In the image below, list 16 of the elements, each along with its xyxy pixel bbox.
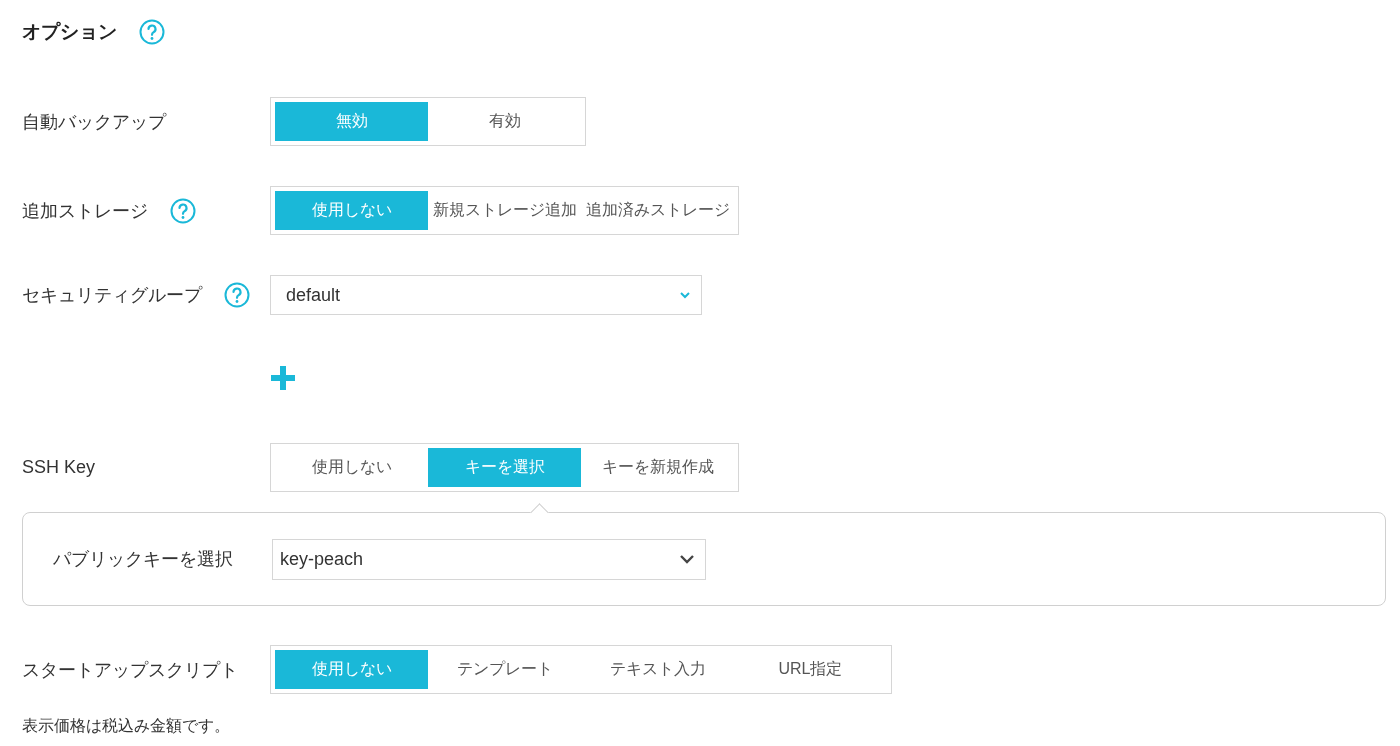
plus-icon[interactable] [270, 365, 296, 391]
chevron-down-icon [679, 554, 695, 564]
field-label: 自動バックアップ [22, 110, 166, 134]
field-label: 追加ストレージ [22, 199, 148, 223]
chevron-down-icon [679, 291, 691, 299]
help-icon[interactable] [139, 19, 165, 45]
field-label: パブリックキーを選択 [53, 548, 234, 571]
field-label: SSH Key [22, 457, 96, 478]
key-select[interactable]: key-peach [272, 538, 706, 580]
help-icon[interactable] [170, 197, 196, 224]
section-title: オプション [22, 20, 117, 44]
security-group-select[interactable]: default [270, 275, 702, 315]
field-label: セキュリティグループ [22, 284, 202, 307]
help-icon[interactable] [224, 282, 250, 308]
tax-note: 表示価格は税込み金額です。 [22, 716, 231, 736]
field-label: スタートアップスクリプト [22, 658, 238, 682]
